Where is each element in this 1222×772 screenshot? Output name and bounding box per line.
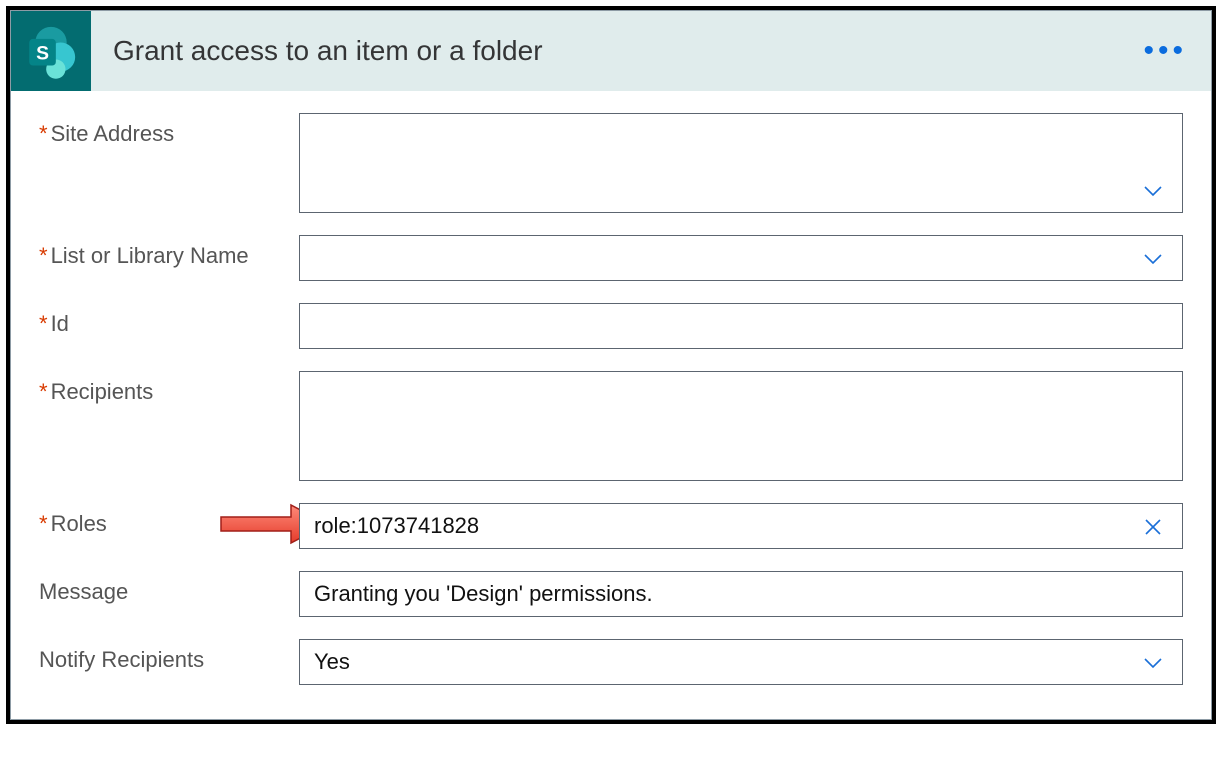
required-asterisk: *	[39, 379, 48, 404]
label-message: Message	[39, 571, 299, 605]
input-notify[interactable]: Yes	[299, 639, 1183, 685]
row-notify: Notify Recipients Yes	[39, 639, 1183, 685]
card-title: Grant access to an item or a folder	[113, 35, 543, 67]
row-id: *Id	[39, 303, 1183, 349]
label-site-address: *Site Address	[39, 113, 299, 147]
sharepoint-logo: S	[11, 11, 91, 91]
input-recipients[interactable]	[299, 371, 1183, 481]
card-header: S Grant access to an item or a folder ••…	[11, 11, 1211, 91]
input-message[interactable]: Granting you 'Design' permissions.	[299, 571, 1183, 617]
label-recipients: *Recipients	[39, 371, 299, 405]
label-roles: *Roles	[39, 503, 299, 537]
row-roles: *Roles	[39, 503, 1183, 549]
form-body: *Site Address *List or Library Name	[11, 91, 1211, 719]
label-list-name: *List or Library Name	[39, 235, 299, 269]
action-card: S Grant access to an item or a folder ••…	[10, 10, 1212, 720]
svg-text:S: S	[36, 43, 49, 64]
required-asterisk: *	[39, 511, 48, 536]
input-list-name[interactable]	[299, 235, 1183, 281]
window-frame: S Grant access to an item or a folder ••…	[6, 6, 1216, 724]
more-menu-icon[interactable]: •••	[1137, 34, 1193, 68]
row-recipients: *Recipients	[39, 371, 1183, 481]
required-asterisk: *	[39, 311, 48, 336]
label-id: *Id	[39, 303, 299, 337]
chevron-down-icon[interactable]	[1139, 651, 1167, 675]
required-asterisk: *	[39, 243, 48, 268]
row-list-name: *List or Library Name	[39, 235, 1183, 281]
input-roles[interactable]: role:1073741828	[299, 503, 1183, 549]
input-id[interactable]	[299, 303, 1183, 349]
input-site-address[interactable]	[299, 113, 1183, 213]
required-asterisk: *	[39, 121, 48, 146]
chevron-down-icon[interactable]	[1139, 247, 1167, 271]
row-site-address: *Site Address	[39, 113, 1183, 213]
clear-icon[interactable]	[1139, 515, 1167, 539]
label-notify: Notify Recipients	[39, 639, 299, 673]
chevron-down-icon[interactable]	[1139, 179, 1167, 203]
row-message: Message Granting you 'Design' permission…	[39, 571, 1183, 617]
